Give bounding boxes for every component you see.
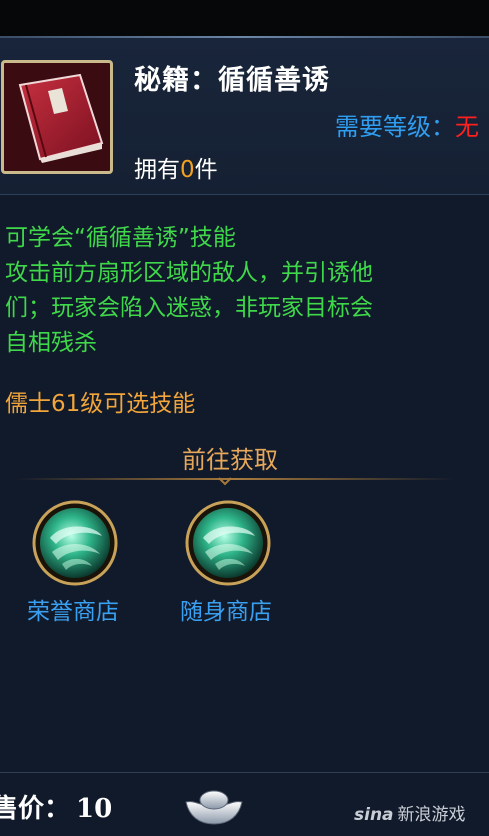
sina-logo: sina bbox=[354, 805, 394, 825]
green-vortex-icon[interactable] bbox=[185, 500, 271, 586]
description-line: 攻击前方扇形区域的敌人，并引诱他 bbox=[5, 260, 373, 286]
item-title: 秘籍：循循善诱 bbox=[134, 65, 330, 96]
class-requirement: 儒士61级可选技能 bbox=[5, 391, 196, 417]
red-skill-book-icon bbox=[18, 73, 104, 163]
item-description: 可学会“循循善诱”技能 攻击前方扇形区域的敌人，并引诱他 们；玩家会陷入迷惑，非… bbox=[5, 221, 475, 361]
shop-honor[interactable]: 荣誉商店 bbox=[0, 498, 153, 628]
price-label: 售价： bbox=[0, 794, 71, 824]
price-value: 10 bbox=[76, 794, 113, 824]
silver-ingot-icon bbox=[185, 790, 243, 825]
obtain-divider bbox=[15, 478, 455, 480]
required-level-value: 无 bbox=[455, 113, 479, 141]
owned-count-value: 0 bbox=[180, 157, 195, 183]
watermark: sina 新浪游戏 bbox=[354, 800, 466, 825]
shop-label[interactable]: 随身商店 bbox=[146, 592, 306, 626]
sell-price: 售价： 10 bbox=[0, 788, 112, 825]
required-level-label: 需要等级： bbox=[335, 113, 455, 141]
shop-label[interactable]: 荣誉商店 bbox=[0, 592, 153, 626]
description-line: 们；玩家会陷入迷惑，非玩家目标会 bbox=[5, 295, 373, 321]
header-divider bbox=[0, 194, 489, 195]
owned-prefix: 拥有 bbox=[134, 157, 180, 183]
owned-suffix: 件 bbox=[194, 157, 218, 183]
obtain-title: 前往获取 bbox=[182, 446, 278, 474]
footer-divider bbox=[0, 772, 489, 773]
required-level: 需要等级：无 bbox=[335, 107, 479, 142]
owned-count: 拥有0件 bbox=[134, 150, 218, 184]
shop-portable[interactable]: 随身商店 bbox=[146, 498, 306, 628]
chevron-down-icon bbox=[218, 477, 232, 486]
watermark-text: 新浪游戏 bbox=[397, 805, 466, 825]
description-line: 可学会“循循善诱”技能 bbox=[5, 225, 236, 251]
top-bar bbox=[0, 0, 489, 36]
item-icon-frame[interactable] bbox=[1, 60, 113, 174]
green-vortex-icon[interactable] bbox=[32, 500, 118, 586]
description-line: 自相残杀 bbox=[5, 330, 97, 356]
